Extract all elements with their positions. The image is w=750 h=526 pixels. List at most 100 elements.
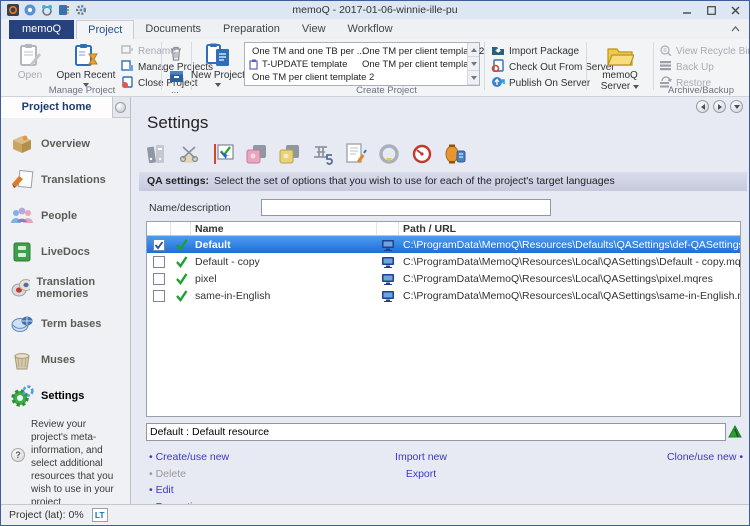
scroll-more-button[interactable] bbox=[468, 71, 479, 85]
local-computer-icon bbox=[381, 256, 395, 268]
edit-description-icon[interactable] bbox=[727, 424, 743, 442]
qa-settings-icon[interactable] bbox=[210, 141, 238, 167]
notebook-icon[interactable] bbox=[57, 4, 70, 17]
sidebar-item-translation-memories[interactable]: Translation memories bbox=[1, 270, 130, 306]
page-title: Settings bbox=[147, 113, 208, 133]
sidebar-item-muses[interactable]: Muses bbox=[1, 342, 130, 378]
number-formats-icon[interactable] bbox=[309, 141, 337, 167]
memoq-server-button[interactable]: memoQ Server bbox=[591, 41, 649, 92]
project-home-close-icon[interactable] bbox=[115, 102, 126, 113]
project-progress-status: Project (lat): 0% bbox=[9, 509, 84, 521]
template-item[interactable]: One TM per client template 2 bbox=[249, 71, 355, 84]
livedocs-icon bbox=[9, 240, 35, 264]
help-icon[interactable] bbox=[23, 4, 36, 17]
column-header-name[interactable]: Name bbox=[191, 222, 377, 235]
group-label-misc: ... bbox=[161, 85, 189, 96]
scroll-up-button[interactable] bbox=[468, 43, 479, 57]
sidebar-item-term-bases[interactable]: Term bases bbox=[1, 306, 130, 342]
minimize-button[interactable] bbox=[677, 3, 697, 17]
nav-forward-button[interactable] bbox=[713, 100, 726, 113]
people-icon bbox=[9, 204, 35, 228]
table-row[interactable]: pixel C:\ProgramData\MemoQ\Resources\Loc… bbox=[147, 270, 740, 287]
table-row[interactable]: same-in-English C:\ProgramData\MemoQ\Res… bbox=[147, 287, 740, 304]
project-home-header: Project home bbox=[1, 97, 130, 118]
export-link[interactable]: Export bbox=[361, 466, 481, 483]
new-project-button[interactable]: New Project bbox=[194, 41, 242, 87]
template-item[interactable]: One TM and one TB per ... bbox=[249, 45, 355, 58]
edit-link[interactable]: Edit bbox=[149, 482, 229, 499]
new-project-icon bbox=[205, 41, 231, 68]
import-package-button[interactable]: Import Package bbox=[491, 44, 579, 58]
nav-back-button[interactable] bbox=[696, 100, 709, 113]
template-item[interactable]: One TM per client template bbox=[359, 58, 467, 71]
template-item[interactable]: T-UPDATE template bbox=[249, 58, 355, 71]
row-path: C:\ProgramData\MemoQ\Resources\Defaults\… bbox=[399, 236, 740, 253]
language-resources-icon[interactable] bbox=[441, 141, 469, 167]
tab-workflow[interactable]: Workflow bbox=[337, 20, 404, 39]
row-checkbox[interactable] bbox=[153, 273, 165, 285]
close-button[interactable] bbox=[725, 3, 745, 17]
resource-description-input[interactable] bbox=[146, 423, 726, 441]
livedocs-settings-icon[interactable] bbox=[276, 141, 304, 167]
row-checkbox[interactable] bbox=[153, 256, 165, 268]
row-path: C:\ProgramData\MemoQ\Resources\Local\QAS… bbox=[399, 270, 740, 287]
sidebar-item-translations[interactable]: Translations bbox=[1, 162, 130, 198]
tab-view[interactable]: View bbox=[291, 20, 337, 39]
project-home-tab[interactable]: Project home bbox=[1, 97, 113, 118]
gear-icon[interactable] bbox=[74, 4, 87, 17]
tm-settings-icon[interactable] bbox=[243, 141, 271, 167]
table-row[interactable]: Default - copy C:\ProgramData\MemoQ\Reso… bbox=[147, 253, 740, 270]
sidebar-item-people[interactable]: People bbox=[1, 198, 130, 234]
general-settings-icon[interactable] bbox=[144, 141, 172, 167]
template-list-scrollbar[interactable] bbox=[467, 43, 479, 85]
tab-preparation[interactable]: Preparation bbox=[212, 20, 291, 39]
create-use-new-link[interactable]: Create/use new bbox=[149, 449, 229, 466]
back-up-button[interactable]: Back Up bbox=[659, 60, 714, 74]
archive-project-button[interactable] bbox=[165, 66, 187, 86]
nav-menu-button[interactable] bbox=[730, 100, 743, 113]
status-settings-icon[interactable] bbox=[375, 141, 403, 167]
valid-check-icon bbox=[175, 238, 188, 251]
back-up-icon bbox=[659, 60, 672, 74]
view-recycle-bin-button[interactable]: View Recycle Bin bbox=[659, 44, 750, 58]
open-project-button[interactable]: Open bbox=[7, 41, 53, 81]
ribbon-separator bbox=[161, 42, 162, 90]
sidebar-item-livedocs[interactable]: LiveDocs bbox=[1, 234, 130, 270]
rename-icon bbox=[121, 44, 134, 58]
delete-project-button[interactable] bbox=[165, 43, 187, 63]
ribbon-tab-strip: memoQ Project Documents Preparation View… bbox=[1, 19, 749, 39]
qa-gauge-icon[interactable] bbox=[408, 141, 436, 167]
filter-label: Name/description bbox=[149, 202, 231, 214]
sidebar-item-overview[interactable]: Overview bbox=[1, 126, 130, 162]
lt-status-icon[interactable]: LT bbox=[92, 508, 108, 522]
template-item[interactable]: One TM per client template 2 bbox=[359, 45, 467, 58]
autocorrect-settings-icon[interactable] bbox=[342, 141, 370, 167]
server-caret-icon bbox=[633, 85, 639, 89]
tab-project[interactable]: Project bbox=[76, 20, 134, 39]
group-label-manage-project: Manage Project bbox=[7, 85, 157, 96]
column-header-path[interactable]: Path / URL bbox=[399, 222, 740, 235]
row-checkbox[interactable] bbox=[153, 239, 165, 251]
open-recent-button[interactable]: Open Recent bbox=[57, 41, 115, 87]
tab-memoq[interactable]: memoQ bbox=[9, 20, 74, 39]
muses-icon bbox=[9, 348, 35, 372]
memoq-logo-icon[interactable] bbox=[6, 4, 19, 17]
maximize-button[interactable] bbox=[701, 3, 721, 17]
tab-documents[interactable]: Documents bbox=[134, 20, 212, 39]
window-title: memoQ - 2017-01-06-winnie-ille-pu bbox=[1, 4, 749, 16]
local-computer-icon bbox=[381, 290, 395, 302]
name-description-filter-input[interactable] bbox=[261, 199, 551, 216]
collapse-ribbon-button[interactable] bbox=[727, 22, 743, 36]
sidebar: Project home Overview Translations Peopl… bbox=[1, 97, 131, 506]
sync-icon[interactable] bbox=[40, 4, 53, 17]
row-checkbox[interactable] bbox=[153, 290, 165, 302]
scroll-down-button[interactable] bbox=[468, 57, 479, 71]
table-row[interactable]: Default C:\ProgramData\MemoQ\Resources\D… bbox=[147, 236, 740, 253]
clone-use-new-link[interactable]: Clone/use new bbox=[667, 449, 743, 466]
row-name: pixel bbox=[191, 270, 377, 287]
quick-access-toolbar bbox=[1, 4, 87, 17]
import-new-link[interactable]: Import new bbox=[361, 449, 481, 466]
sidebar-item-settings[interactable]: Settings bbox=[1, 378, 130, 414]
delete-link: Delete bbox=[149, 466, 229, 483]
segmentation-rules-icon[interactable] bbox=[177, 141, 205, 167]
